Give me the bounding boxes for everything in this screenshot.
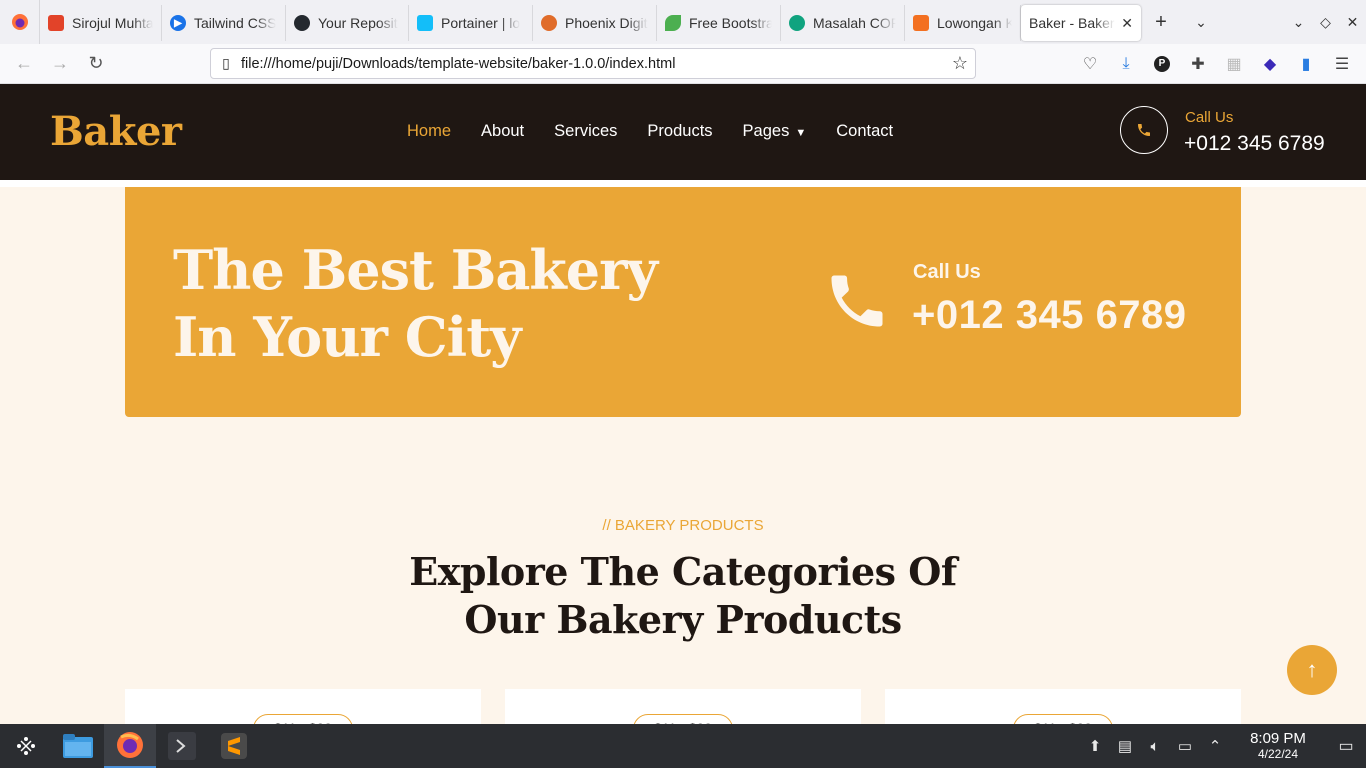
show-desktop-icon[interactable]: ▭ bbox=[1326, 736, 1366, 756]
tab-phoenix[interactable]: Phoenix Digit bbox=[533, 5, 657, 41]
tab-github[interactable]: Your Reposit bbox=[286, 5, 409, 41]
network-icon[interactable]: ▭ bbox=[1170, 737, 1200, 755]
phone-icon bbox=[831, 275, 883, 327]
header-phone-button[interactable] bbox=[1120, 106, 1168, 154]
browser-tab-bar: Sirojul Muhta ▶ Tailwind CSS Your Reposi… bbox=[0, 0, 1366, 44]
download-icon[interactable]: ⤓ bbox=[1108, 48, 1144, 79]
firefox-icon bbox=[11, 14, 28, 30]
close-tab-icon[interactable]: ✕ bbox=[1121, 15, 1133, 32]
extension-panel-icon[interactable]: ▮ bbox=[1288, 48, 1324, 79]
clock-time: 8:09 PM bbox=[1250, 729, 1306, 747]
pocket-icon[interactable]: ♡ bbox=[1072, 48, 1108, 79]
clock-date: 4/22/24 bbox=[1257, 746, 1299, 761]
extension-layers-icon[interactable]: ◆ bbox=[1252, 48, 1288, 79]
tab-gitlab[interactable]: Sirojul Muhta bbox=[40, 5, 162, 41]
hero-call-number: +012 345 6789 bbox=[912, 293, 1187, 337]
tab-title: Baker - Bakery bbox=[1029, 15, 1116, 31]
tab-tailwind[interactable]: ▶ Tailwind CSS bbox=[162, 5, 286, 41]
tab-lowongan[interactable]: Lowongan Ke bbox=[905, 5, 1021, 41]
phoenix-icon bbox=[541, 15, 557, 31]
chatgpt-icon bbox=[789, 15, 805, 31]
firefox-taskbar-icon[interactable] bbox=[104, 724, 156, 768]
header-call-number: +012 345 6789 bbox=[1184, 132, 1325, 155]
header-call-label: Call Us bbox=[1185, 109, 1234, 126]
main-menu: Home About Services Products Pages ▼ Cont… bbox=[407, 122, 923, 141]
product-card[interactable]: $11 - $99 bbox=[505, 689, 861, 744]
clipboard-icon[interactable]: ▤ bbox=[1110, 737, 1140, 755]
new-tab-button[interactable]: + bbox=[1141, 0, 1181, 44]
sublime-text-icon[interactable] bbox=[208, 724, 260, 768]
play-icon: ▶ bbox=[170, 15, 186, 31]
tab-bootstrap[interactable]: Free Bootstra bbox=[657, 5, 781, 41]
extension-grid-icon[interactable]: ▦ bbox=[1216, 48, 1252, 79]
volume-icon[interactable]: 🔈︎ bbox=[1140, 738, 1170, 755]
url-text[interactable]: file:///home/puji/Downloads/template-web… bbox=[241, 56, 945, 72]
section-title-line1: Explore The Categories Of bbox=[409, 549, 957, 594]
chevron-down-icon: ▼ bbox=[795, 127, 807, 139]
site-logo[interactable]: Baker bbox=[50, 108, 182, 155]
menu-home[interactable]: Home bbox=[407, 122, 451, 141]
document-icon bbox=[913, 15, 929, 31]
phone-icon bbox=[1138, 124, 1150, 136]
app-launcher-icon[interactable] bbox=[0, 724, 52, 768]
arrow-up-icon: ↑ bbox=[1306, 657, 1318, 682]
tab-title: Tailwind CSS bbox=[194, 15, 277, 31]
leaf-icon bbox=[665, 15, 681, 31]
tab-title: Your Reposit bbox=[318, 15, 398, 31]
clock[interactable]: 8:09 PM 4/22/24 bbox=[1230, 729, 1326, 761]
product-card[interactable]: $11 - $99 bbox=[125, 689, 481, 744]
url-bar[interactable]: ▯ file:///home/puji/Downloads/template-w… bbox=[210, 48, 976, 79]
back-arrow-icon[interactable]: ← bbox=[6, 48, 42, 80]
file-manager-icon[interactable] bbox=[52, 724, 104, 768]
tab-chatgpt[interactable]: Masalah COR bbox=[781, 5, 905, 41]
menu-about[interactable]: About bbox=[481, 122, 524, 141]
firefox-view-button[interactable] bbox=[0, 0, 40, 44]
forward-arrow-icon[interactable]: → bbox=[42, 48, 78, 80]
tab-title: Sirojul Muhta bbox=[72, 15, 153, 31]
header-divider bbox=[0, 180, 1366, 187]
menu-pages[interactable]: Pages ▼ bbox=[743, 122, 807, 141]
hero-call-label: Call Us bbox=[913, 261, 981, 283]
reload-icon[interactable]: ↻ bbox=[78, 48, 114, 80]
tab-title: Portainer | lo bbox=[441, 15, 521, 31]
github-icon bbox=[294, 15, 310, 31]
back-to-top-button[interactable]: ↑ bbox=[1287, 645, 1337, 695]
tab-title: Free Bootstra bbox=[689, 15, 772, 31]
terminal-icon[interactable] bbox=[156, 724, 208, 768]
section-subtitle: // BAKERY PRODUCTS bbox=[602, 517, 764, 534]
system-tray: ⬆ ▤ 🔈︎ ▭ ⌃ 8:09 PM 4/22/24 ▭ bbox=[1080, 724, 1366, 768]
site-header: Baker Home About Services Products Pages… bbox=[0, 84, 1366, 180]
tab-title: Lowongan Ke bbox=[937, 15, 1012, 31]
tab-title: Phoenix Digit bbox=[565, 15, 648, 31]
tray-expand-icon[interactable]: ⌃ bbox=[1200, 737, 1230, 755]
toolbar-right: ♡ ⤓ P ✚ ▦ ◆ ▮ ☰ bbox=[1072, 48, 1360, 79]
extension-p-icon[interactable]: P bbox=[1144, 48, 1180, 79]
menu-contact[interactable]: Contact bbox=[836, 122, 893, 141]
page-icon: ▯ bbox=[222, 55, 230, 71]
hero-title: The Best Bakery In Your City bbox=[173, 238, 658, 369]
browser-nav-bar: ← → ↻ ▯ file:///home/puji/Downloads/temp… bbox=[0, 44, 1366, 84]
hero-banner: The Best Bakery In Your City Call Us +01… bbox=[125, 187, 1241, 417]
bookmark-star-icon[interactable]: ☆ bbox=[945, 53, 975, 74]
menu-hamburger-icon[interactable]: ☰ bbox=[1324, 48, 1360, 79]
menu-services[interactable]: Services bbox=[554, 122, 617, 141]
product-card[interactable]: $11 - $99 bbox=[885, 689, 1241, 744]
section-title-line2: Our Bakery Products bbox=[464, 597, 902, 642]
maximize-icon[interactable]: ◇ bbox=[1312, 14, 1339, 31]
tab-title: Masalah COR bbox=[813, 15, 896, 31]
extensions-puzzle-icon[interactable]: ✚ bbox=[1180, 48, 1216, 79]
tab-baker-active[interactable]: Baker - Bakery ✕ bbox=[1021, 5, 1141, 41]
os-taskbar: ⬆ ▤ 🔈︎ ▭ ⌃ 8:09 PM 4/22/24 ▭ bbox=[0, 724, 1366, 768]
minimize-icon[interactable]: ⌄ bbox=[1285, 14, 1312, 31]
window-controls: ⌄ ◇ ✕ bbox=[1285, 0, 1366, 44]
tab-portainer[interactable]: Portainer | lo bbox=[409, 5, 533, 41]
gitlab-icon bbox=[48, 15, 64, 31]
list-tabs-button[interactable]: ⌄ bbox=[1181, 0, 1221, 44]
close-window-icon[interactable]: ✕ bbox=[1339, 14, 1366, 31]
menu-pages-label: Pages bbox=[742, 122, 790, 140]
menu-products[interactable]: Products bbox=[647, 122, 712, 141]
update-notifier-icon[interactable]: ⬆ bbox=[1080, 737, 1110, 755]
portainer-icon bbox=[417, 15, 433, 31]
section-title: Explore The Categories Of Our Bakery Pro… bbox=[0, 548, 1366, 644]
